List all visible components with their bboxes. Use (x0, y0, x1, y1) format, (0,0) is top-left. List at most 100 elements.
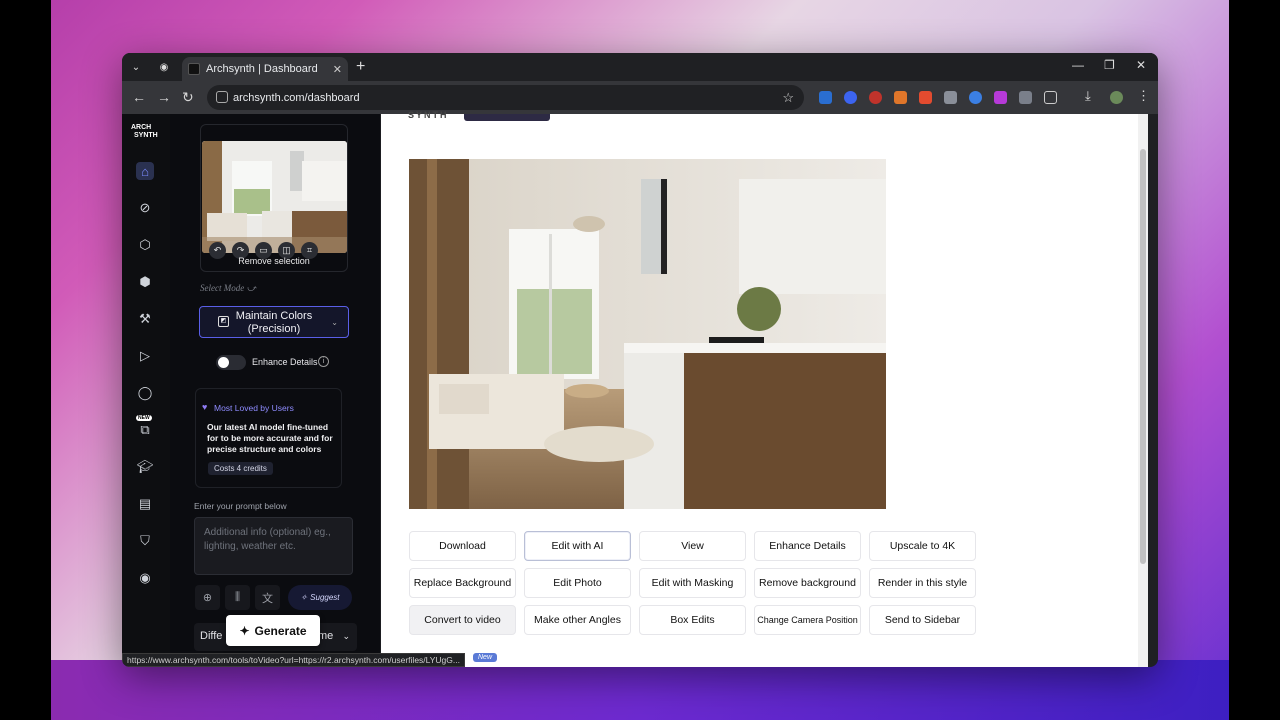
selected-image-card: ↶ ↷ ▭ ◫ ⌗ Remove selection (200, 124, 348, 272)
rendered-image[interactable] (409, 159, 886, 509)
convert-to-video-button[interactable]: Convert to video (409, 605, 516, 635)
page-scrollbar[interactable] (1138, 114, 1148, 667)
scrolled-logo-fragment: SYNTH (408, 110, 449, 120)
bookmark-icon[interactable]: ⛉ (136, 532, 154, 550)
upscale-4k-button[interactable]: Upscale to 4K (869, 531, 976, 561)
page: ARCH SYNTH ⌂ ⊘ ⬡ ⬢ ⚒ ▷ ◯ NEW ⧉ 🎓︎ ▤ ⛉ ◉ (122, 110, 1158, 667)
extension-9-icon[interactable] (1019, 91, 1032, 104)
forward-icon[interactable]: → (157, 89, 171, 105)
render-in-this-style-button[interactable]: Render in this style (869, 568, 976, 598)
generate-button[interactable]: ✦ Generate (226, 615, 320, 646)
browser-window: ⌄ ◉ Archsynth | Dashboard ✕ + — ❐ ✕ ← → … (122, 53, 1158, 667)
home-icon[interactable]: ⌂ (136, 162, 154, 180)
tab-archsynth-dashboard[interactable]: Archsynth | Dashboard ✕ (182, 57, 348, 81)
translate-icon[interactable]: 文 (255, 585, 280, 610)
address-bar[interactable]: archsynth.com/dashboard ☆ (207, 85, 804, 110)
tab-search-icon[interactable]: ⌄ (127, 58, 145, 76)
extension-1-icon[interactable] (819, 91, 832, 104)
mode-dropdown-label: Maintain Colors (Precision) (235, 310, 313, 335)
hexagon-icon[interactable]: ⬢ (136, 273, 154, 291)
extension-2-icon[interactable] (844, 91, 857, 104)
wrench-tools-icon[interactable]: ⚒ (136, 310, 154, 328)
edit-with-ai-button[interactable]: Edit with AI (524, 531, 631, 561)
send-to-sidebar-button[interactable]: Send to Sidebar (869, 605, 976, 635)
back-icon[interactable]: ← (132, 89, 146, 105)
workflow-icon[interactable]: ⧉ (136, 421, 154, 439)
cube-3d-icon[interactable]: ⬡ (136, 236, 154, 254)
new-tag-badge: New (473, 653, 498, 662)
nav-rail: ARCH SYNTH ⌂ ⊘ ⬡ ⬢ ⚒ ▷ ◯ NEW ⧉ 🎓︎ ▤ ⛉ ◉ (122, 114, 170, 667)
extension-4-icon[interactable] (894, 91, 907, 104)
account-icon[interactable]: ◉ (136, 569, 154, 587)
extension-3-icon[interactable] (869, 91, 882, 104)
credits-cost-badge: Costs 4 credits (208, 462, 273, 475)
graduation-cap-icon[interactable]: 🎓︎ (136, 458, 154, 476)
extension-8-icon[interactable] (994, 91, 1007, 104)
download-button[interactable]: Download (409, 531, 516, 561)
suggest-label: Suggest (310, 593, 340, 602)
bookmark-star-icon[interactable]: ☆ (782, 90, 794, 106)
sparkles-icon: ✦ (239, 623, 250, 638)
new-tab-icon[interactable]: + (356, 58, 365, 76)
document-icon[interactable]: ▤ (136, 495, 154, 513)
most-loved-body: Our latest AI model fine-tuned for to be… (207, 422, 333, 454)
select-mode-label: Select Mode ⤻ (200, 283, 256, 294)
scrolled-header-button[interactable] (464, 114, 550, 121)
record-icon[interactable]: ◉ (155, 58, 173, 76)
edit-with-masking-button[interactable]: Edit with Masking (639, 568, 746, 598)
selected-image-thumbnail[interactable] (202, 141, 347, 253)
explore-compass-icon[interactable]: ⊘ (136, 199, 154, 217)
box-edits-button[interactable]: Box Edits (639, 605, 746, 635)
arrow-curve-icon: ⤻ (246, 283, 257, 293)
extensions-puzzle-icon[interactable] (1044, 91, 1057, 104)
add-icon[interactable]: ⊕ (195, 585, 220, 610)
generate-label: Generate (254, 623, 307, 638)
mode-icon: ◩ (218, 316, 229, 327)
chevron-down-icon: ⌄ (342, 631, 350, 641)
edit-photo-button[interactable]: Edit Photo (524, 568, 631, 598)
restore-icon[interactable]: ❐ (1104, 58, 1115, 72)
remove-selection-link[interactable]: Remove selection (201, 256, 347, 266)
remove-background-button[interactable]: Remove background (754, 568, 861, 598)
enhance-details-label: Enhance Details (252, 357, 318, 367)
video-file-icon[interactable]: ▷ (136, 347, 154, 365)
scrollbar-thumb[interactable] (1140, 149, 1146, 564)
site-info-icon[interactable] (216, 91, 228, 103)
suggest-button[interactable]: ✧ Suggest (288, 585, 352, 610)
replace-background-button[interactable]: Replace Background (409, 568, 516, 598)
tab-close-icon[interactable]: ✕ (333, 63, 342, 76)
tab-title: Archsynth | Dashboard (206, 63, 318, 75)
status-bar-url: https://www.archsynth.com/tools/toVideo?… (122, 653, 465, 667)
mode-dropdown[interactable]: ◩ Maintain Colors (Precision) ⌄ (199, 306, 349, 338)
view-button[interactable]: View (639, 531, 746, 561)
style-dropdown-left-text: Diffe (200, 630, 223, 642)
generation-sidebar: ↶ ↷ ▭ ◫ ⌗ Remove selection Select Mode ⤻… (170, 114, 380, 667)
archsynth-logo[interactable]: ARCH SYNTH (131, 124, 158, 140)
change-camera-position-button[interactable]: Change Camera Position (754, 605, 861, 635)
prompt-input[interactable]: Additional info (optional) eg., lighting… (194, 517, 353, 575)
library-icon[interactable]: ⫼ (225, 585, 250, 610)
address-url: archsynth.com/dashboard (233, 91, 360, 104)
main-content: SYNTH Download Edit with AI View Enhance… (380, 110, 1148, 667)
info-icon[interactable]: i (318, 356, 329, 367)
style-dropdown-right-text: me (318, 630, 334, 642)
browser-menu-icon[interactable]: ⋮ (1137, 88, 1150, 103)
minimize-icon[interactable]: — (1072, 58, 1084, 72)
chevron-down-icon: ⌄ (331, 318, 338, 327)
enhance-details-button[interactable]: Enhance Details (754, 531, 861, 561)
close-window-icon[interactable]: ✕ (1136, 58, 1146, 72)
download-icon[interactable]: ⤓ (1085, 88, 1098, 103)
extension-6-icon[interactable] (944, 91, 957, 104)
enhance-details-toggle[interactable] (216, 355, 246, 370)
select-mode-text: Select Mode (200, 283, 245, 293)
most-loved-card: ♥ Most Loved by Users Our latest AI mode… (195, 388, 342, 488)
make-other-angles-button[interactable]: Make other Angles (524, 605, 631, 635)
browser-toolbar: ← → ↻ archsynth.com/dashboard ☆ ⤓ ⋮ (122, 81, 1158, 114)
logo-line-2: SYNTH (134, 132, 158, 139)
profile-avatar[interactable] (1110, 91, 1123, 104)
chat-icon[interactable]: ◯ (136, 384, 154, 402)
extension-7-icon[interactable] (969, 91, 982, 104)
reload-icon[interactable]: ↻ (182, 89, 194, 106)
extension-5-icon[interactable] (919, 91, 932, 104)
sparkle-icon: ✧ (300, 593, 308, 602)
